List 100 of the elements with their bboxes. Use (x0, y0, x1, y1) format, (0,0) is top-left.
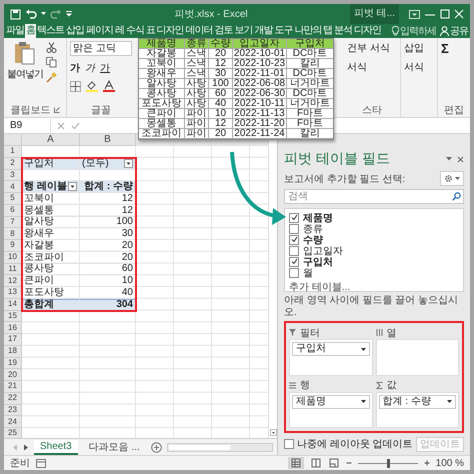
row-number[interactable]: 15 (4, 310, 22, 322)
row-number[interactable]: 9 (4, 240, 22, 252)
ribbon-tab[interactable]: 수식 (124, 24, 145, 38)
ribbon-tab[interactable]: 텍스트 (36, 24, 65, 38)
row-number[interactable]: 23 (4, 404, 22, 416)
ribbon-tab[interactable]: 파일 (5, 24, 25, 38)
sheet-tab[interactable]: 다과모음 ... (82, 440, 146, 454)
field-label[interactable]: 제품명 (303, 210, 333, 224)
italic-button[interactable]: 가 (85, 61, 95, 75)
row-number[interactable]: 20 (4, 369, 22, 381)
checkbox[interactable] (284, 439, 294, 449)
field-chip[interactable]: 합계 : 수량 (378, 394, 456, 408)
format-table-button[interactable]: 서식 (347, 60, 397, 74)
field-label[interactable]: 종류 (303, 222, 323, 236)
page-break-icon[interactable] (328, 458, 340, 468)
autosum-button[interactable]: Σ (441, 41, 467, 56)
drop-area[interactable]: 제품명 (289, 392, 372, 428)
checkbox[interactable] (289, 268, 299, 278)
row-number[interactable]: 19 (4, 358, 22, 370)
launcher-icon[interactable] (54, 107, 60, 113)
ribbon-display-icon[interactable] (409, 10, 420, 18)
tell-me-field[interactable]: 입력하세 (400, 26, 438, 36)
page-layout-icon[interactable] (310, 458, 322, 468)
zoom-out-icon[interactable] (346, 460, 352, 466)
field-label[interactable]: 수량 (303, 232, 323, 246)
row-number[interactable]: 4 (4, 181, 22, 193)
font-color-icon[interactable] (103, 80, 115, 92)
insert-button[interactable]: 삽입 (404, 41, 434, 55)
row-number[interactable]: 18 (4, 346, 22, 358)
row-number[interactable]: 25 (4, 428, 22, 438)
dropdown-button[interactable] (124, 158, 133, 168)
format-button[interactable]: 서식 (404, 60, 434, 74)
name-box[interactable]: B9 (10, 118, 51, 132)
ribbon-tab[interactable]: 페이지 레 (85, 24, 125, 38)
horizontal-scroll-bar[interactable] (166, 442, 273, 452)
normal-view-icon[interactable] (288, 457, 304, 469)
search-field[interactable]: 검색 (284, 189, 464, 204)
drop-area[interactable]: 구입처 (289, 339, 372, 376)
checkbox-label[interactable]: 나중에 레이아웃 업데이트 (297, 437, 413, 451)
conditional-format-button[interactable]: 건부 서식 (347, 41, 397, 55)
search-icon[interactable] (452, 192, 461, 201)
row-number[interactable]: 16 (4, 322, 22, 334)
checkbox[interactable] (289, 212, 299, 222)
next-sheet-icon[interactable] (23, 444, 29, 450)
more-tables-link[interactable]: 추가 테이블... (289, 280, 459, 294)
row-number[interactable]: 5 (4, 193, 22, 205)
underline-button[interactable]: 가 (100, 61, 110, 75)
caret-icon[interactable] (41, 12, 46, 16)
row-number[interactable]: 13 (4, 287, 22, 299)
ribbon-tab[interactable]: 디자인 (353, 24, 382, 38)
check-icon[interactable] (71, 122, 80, 130)
checkbox[interactable] (289, 224, 299, 234)
caret-icon[interactable] (446, 157, 452, 161)
checkbox[interactable] (289, 234, 299, 244)
zoom-level[interactable]: 100 % (436, 458, 464, 468)
scissors-icon[interactable] (46, 42, 57, 53)
ribbon-tab[interactable]: 개발 도구 (254, 24, 294, 38)
ribbon-tab[interactable]: 표 디자인 (144, 24, 185, 38)
border-icon[interactable] (70, 80, 81, 92)
row-number[interactable]: 22 (4, 392, 22, 404)
save-icon[interactable] (10, 8, 21, 20)
field-label[interactable]: 입고일자 (303, 244, 343, 258)
ribbon-tab[interactable]: 홈 (25, 24, 36, 38)
ribbon-tab[interactable]: 검토 (214, 24, 234, 38)
ribbon-tab[interactable]: 삽입 (65, 24, 85, 38)
zoom-in-icon[interactable] (424, 460, 430, 466)
dropdown-button[interactable] (68, 182, 77, 192)
checkbox[interactable] (289, 256, 299, 266)
field-chip[interactable]: 제품명 (292, 394, 370, 408)
ribbon-tab[interactable]: 나만의 탭 (293, 24, 334, 38)
row-number[interactable]: 24 (4, 416, 22, 428)
ribbon-tab[interactable]: 데이터 (184, 24, 214, 38)
row-number[interactable]: 1 (4, 146, 22, 158)
font-select[interactable]: 맑은 고딕 (70, 41, 132, 56)
field-label[interactable]: 월 (303, 266, 313, 280)
sheet-tab[interactable]: Sheet3 (34, 440, 78, 454)
ribbon-tab[interactable]: 분석 (333, 24, 354, 38)
row-number[interactable]: 21 (4, 381, 22, 393)
row-number[interactable]: 17 (4, 334, 22, 346)
paste-button[interactable]: 붙여넣기 (7, 41, 43, 103)
undo-icon[interactable] (25, 8, 37, 20)
row-number[interactable]: 8 (4, 228, 22, 240)
column-header[interactable]: B (80, 134, 136, 146)
share-button[interactable]: 공유 (438, 24, 470, 38)
customize-icon[interactable] (66, 11, 72, 17)
field-label[interactable]: 구입처 (303, 254, 333, 268)
macro-icon[interactable] (36, 458, 46, 468)
slider-thumb[interactable] (386, 458, 390, 468)
row-number[interactable]: 12 (4, 275, 22, 287)
copy-icon[interactable] (46, 57, 57, 68)
field-chip[interactable]: 구입처 (292, 342, 370, 356)
column-header[interactable]: A (22, 134, 80, 146)
settings-button[interactable] (440, 171, 464, 186)
scroll-down-icon[interactable] (270, 429, 276, 436)
brush-icon[interactable] (46, 72, 57, 83)
drop-area[interactable]: 합계 : 수량 (376, 392, 459, 428)
fill-color-icon[interactable] (86, 80, 98, 92)
close-icon[interactable] (457, 156, 464, 162)
bold-button[interactable]: 가 (70, 61, 80, 75)
add-sheet-icon[interactable] (150, 442, 162, 452)
